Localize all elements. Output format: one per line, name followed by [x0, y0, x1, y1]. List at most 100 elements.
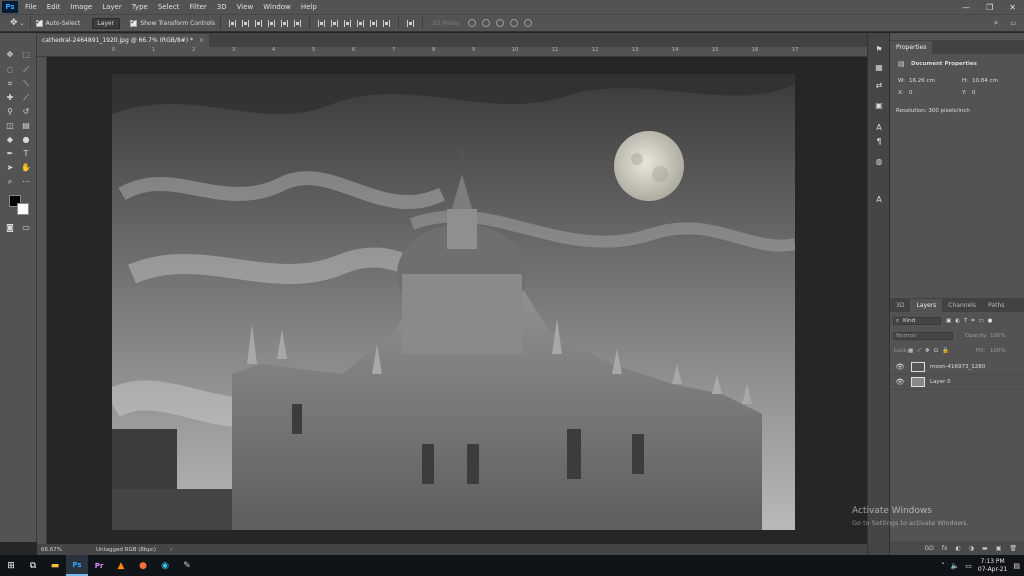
close-button[interactable]: ✕ [1009, 3, 1016, 12]
layer-row[interactable]: 👁 Layer 0 [890, 375, 1024, 390]
file-explorer-icon[interactable]: ▬ [44, 555, 66, 576]
adjustment-layer-icon[interactable]: ◑ [969, 545, 974, 552]
brush-settings-icon[interactable]: ▦ [874, 63, 884, 73]
clock[interactable]: 7:13 PM 07-Apr-21 [978, 558, 1007, 574]
lock-icons[interactable]: ▦⟋✥⊡🔒 [908, 348, 953, 355]
type-tool-icon[interactable]: T [21, 149, 31, 159]
zoom-tool-icon[interactable]: ⌕ [5, 177, 15, 187]
healing-tool-icon[interactable]: ✚ [5, 93, 15, 103]
layer-row[interactable]: 👁 moon-416973_1280 [890, 360, 1024, 375]
3d-pan-icon[interactable] [495, 19, 504, 27]
eraser-tool-icon[interactable]: ◫ [5, 121, 15, 131]
show-transform-checkbox[interactable] [130, 18, 138, 27]
menu-help[interactable]: Help [301, 3, 317, 11]
edge-icon[interactable]: ◉ [154, 555, 176, 576]
vlc-icon[interactable]: ▲ [110, 555, 132, 576]
move-tool-icon[interactable]: ✥ [10, 18, 18, 28]
notification-icon[interactable]: ▤ [1013, 562, 1020, 570]
menu-file[interactable]: File [25, 3, 37, 11]
chevron-down-icon[interactable]: ⌄ [20, 20, 25, 27]
trash-icon[interactable]: 🗑 [1009, 545, 1017, 552]
height-value[interactable]: 10.84 cm [972, 78, 998, 84]
align-bottom-icon[interactable] [254, 19, 262, 27]
fx-icon[interactable]: fx [942, 545, 948, 552]
more-tools-icon[interactable]: ⋯ [21, 177, 31, 187]
width-value[interactable]: 16.26 cm [909, 78, 935, 84]
blur-tool-icon[interactable]: ◆ [5, 135, 15, 145]
3d-icon[interactable]: ◍ [874, 157, 884, 167]
history-icon[interactable]: ⚑ [874, 45, 884, 55]
auto-align-icon[interactable] [406, 19, 414, 27]
distribute-right-icon[interactable] [382, 19, 390, 27]
photoshop-taskbar-icon[interactable]: Ps [66, 555, 88, 576]
tab-layers[interactable]: Layers [910, 299, 943, 312]
menu-layer[interactable]: Layer [102, 3, 122, 11]
libraries-icon[interactable]: ▣ [874, 101, 884, 111]
align-right-icon[interactable] [293, 19, 301, 27]
auto-select-checkbox[interactable] [35, 18, 43, 27]
tab-channels[interactable]: Channels [942, 299, 982, 312]
maximize-button[interactable]: ❐ [986, 3, 993, 12]
menu-window[interactable]: Window [263, 3, 291, 11]
premiere-taskbar-icon[interactable]: Pr [88, 555, 110, 576]
minimize-button[interactable]: — [962, 3, 970, 12]
menu-select[interactable]: Select [158, 3, 180, 11]
crop-tool-icon[interactable]: ⌗ [5, 79, 15, 89]
path-select-tool-icon[interactable]: ➤ [5, 163, 15, 173]
status-menu-arrow[interactable]: › [170, 547, 172, 553]
marquee-tool-icon[interactable]: ⬚ [21, 50, 31, 60]
pen-tool-icon[interactable]: ✒ [5, 149, 15, 159]
distribute-middle-icon[interactable] [330, 19, 338, 27]
workspace-icon[interactable]: ▭ [1010, 20, 1016, 27]
filter-icons[interactable]: ▣◐T⌗▭● [946, 318, 996, 325]
distribute-top-icon[interactable] [317, 19, 325, 27]
document-tab[interactable]: cathedral-2464891_1920.jpg @ 66.7% (RGB/… [37, 34, 209, 47]
chevron-up-icon[interactable]: ˄ [941, 562, 945, 570]
distribute-bottom-icon[interactable] [343, 19, 351, 27]
group-icon[interactable]: ▬ [982, 545, 988, 552]
hand-tool-icon[interactable]: ✋ [21, 163, 31, 173]
tab-paths[interactable]: Paths [982, 299, 1010, 312]
menu-view[interactable]: View [237, 3, 254, 11]
menu-3d[interactable]: 3D [217, 3, 227, 11]
close-icon[interactable]: × [199, 37, 204, 44]
align-left-icon[interactable] [267, 19, 275, 27]
dodge-tool-icon[interactable]: ● [21, 135, 31, 145]
menu-edit[interactable]: Edit [47, 3, 61, 11]
new-layer-icon[interactable]: ▣ [996, 545, 1002, 552]
3d-slide-icon[interactable] [509, 19, 518, 27]
network-icon[interactable]: ▭ [965, 562, 972, 570]
background-color-swatch[interactable] [17, 203, 29, 215]
firefox-icon[interactable]: ● [132, 555, 154, 576]
link-layers-icon[interactable]: GO [924, 545, 933, 552]
3d-orbit-icon[interactable] [467, 19, 476, 27]
3d-camera-icon[interactable] [523, 19, 532, 27]
windows-start-icon[interactable]: ⊞ [0, 555, 22, 576]
distribute-center-icon[interactable] [369, 19, 377, 27]
screen-mode-icon[interactable]: ▭ [21, 223, 31, 233]
move-tool-icon[interactable]: ✥ [5, 50, 15, 60]
adjustments-icon[interactable]: ⇄ [874, 81, 884, 91]
auto-select-target-dropdown[interactable]: Layer [92, 17, 121, 29]
character-icon[interactable]: A [874, 123, 884, 133]
glyphs-icon[interactable]: A [874, 195, 884, 205]
x-value[interactable]: 0 [909, 90, 913, 96]
mask-icon[interactable]: ◐ [956, 545, 961, 552]
menu-type[interactable]: Type [132, 3, 148, 11]
quick-select-tool-icon[interactable]: ⟋ [21, 65, 31, 75]
align-middle-icon[interactable] [241, 19, 249, 27]
opacity-value[interactable]: 100% [990, 333, 1006, 339]
align-center-icon[interactable] [280, 19, 288, 27]
eyedropper-tool-icon[interactable]: ⟍ [21, 79, 31, 89]
tab-3d[interactable]: 3D [890, 299, 910, 312]
kind-filter-dropdown[interactable] [893, 317, 941, 325]
tab-properties[interactable]: Properties [890, 41, 933, 54]
speaker-icon[interactable]: 🔈 [951, 562, 960, 570]
align-top-icon[interactable] [228, 19, 236, 27]
3d-roll-icon[interactable] [481, 19, 490, 27]
y-value[interactable]: 0 [972, 90, 976, 96]
eye-icon[interactable]: 👁 [894, 378, 906, 386]
app-icon[interactable]: ✎ [176, 555, 198, 576]
zoom-level[interactable]: 66.67% [41, 547, 62, 553]
task-view-icon[interactable]: ⧉ [22, 555, 44, 576]
